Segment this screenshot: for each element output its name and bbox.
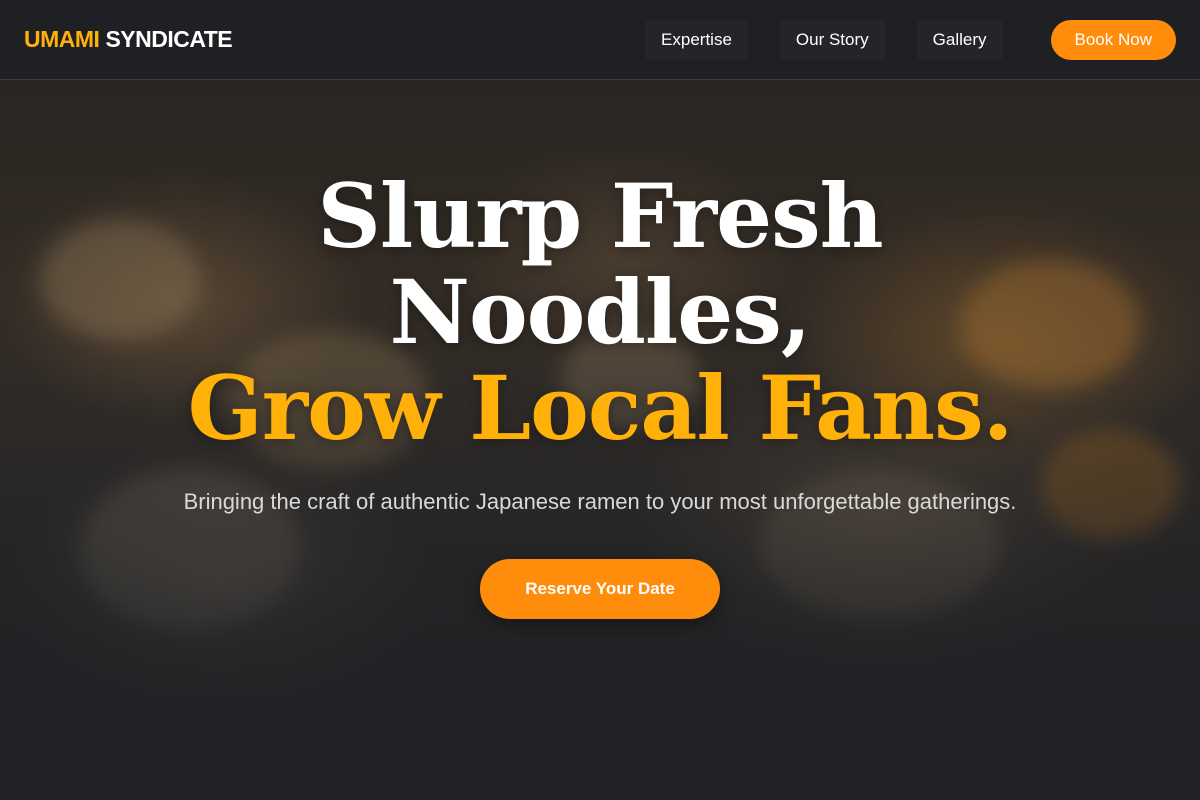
book-now-button[interactable]: Book Now — [1050, 19, 1176, 60]
hero-headline: Slurp Fresh Noodles, Grow Local Fans. — [187, 164, 1014, 460]
nav-link-expertise[interactable]: Expertise — [645, 19, 748, 60]
hero-headline-line-1: Slurp Fresh — [317, 164, 883, 268]
hero-section: Slurp Fresh Noodles, Grow Local Fans. Br… — [0, 80, 1200, 800]
site-header: UMAMI SYNDICATE Expertise Our Story Gall… — [0, 0, 1200, 80]
reserve-date-button[interactable]: Reserve Your Date — [480, 559, 720, 619]
brand-logo[interactable]: UMAMI SYNDICATE — [24, 26, 233, 53]
hero-subtitle: Bringing the craft of authentic Japanese… — [183, 489, 1017, 514]
hero-headline-line-2: Noodles, — [389, 260, 812, 364]
hero-headline-accent: Grow Local Fans. — [187, 356, 1014, 460]
brand-logo-accent: UMAMI — [24, 26, 100, 52]
nav-link-our-story[interactable]: Our Story — [779, 19, 885, 60]
main-nav: Expertise Our Story Gallery Book Now — [645, 19, 1176, 60]
nav-link-gallery[interactable]: Gallery — [916, 19, 1003, 60]
brand-logo-name: SYNDICATE — [105, 26, 233, 52]
